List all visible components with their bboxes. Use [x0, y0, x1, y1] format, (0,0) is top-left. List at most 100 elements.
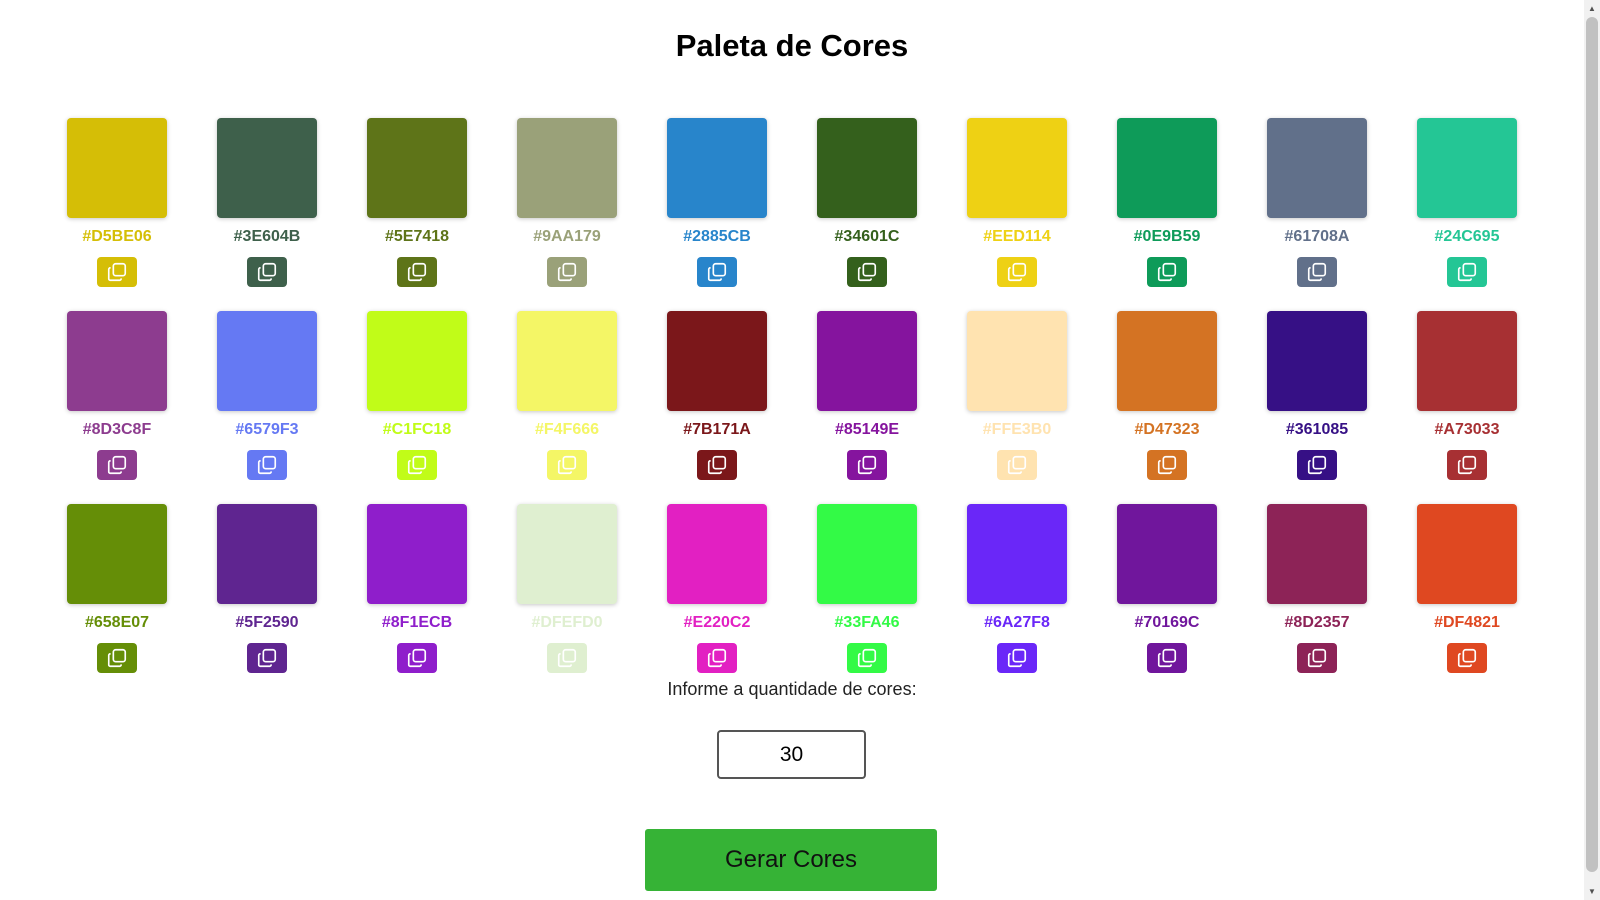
color-card: #5E7418 [367, 118, 467, 287]
color-swatch [1417, 118, 1517, 218]
color-card: #D5BE06 [67, 118, 167, 287]
color-swatch [217, 504, 317, 604]
copy-color-button[interactable] [547, 450, 587, 480]
color-swatch [1267, 504, 1367, 604]
copy-color-button[interactable] [697, 643, 737, 673]
copy-color-button[interactable] [1447, 450, 1487, 480]
generate-colors-button[interactable]: Gerar Cores [645, 829, 937, 891]
scroll-up-arrow-icon[interactable]: ▲ [1584, 0, 1600, 17]
color-card: #8D3C8F [67, 311, 167, 480]
copy-color-button[interactable] [1147, 257, 1187, 287]
color-card: #361085 [1267, 311, 1367, 480]
color-swatch [367, 311, 467, 411]
copy-icon [106, 454, 128, 476]
color-card: #34601C [817, 118, 917, 287]
copy-color-button[interactable] [1447, 643, 1487, 673]
color-card: #5F2590 [217, 504, 317, 673]
copy-color-button[interactable] [1147, 643, 1187, 673]
copy-color-button[interactable] [697, 257, 737, 287]
copy-color-button[interactable] [1297, 450, 1337, 480]
copy-icon [1156, 261, 1178, 283]
color-swatch [667, 118, 767, 218]
color-hex-label: #34601C [834, 228, 900, 245]
color-card: #24C695 [1417, 118, 1517, 287]
color-swatch [367, 504, 467, 604]
copy-icon [706, 454, 728, 476]
color-card: #D47323 [1117, 311, 1217, 480]
color-card: #0E9B59 [1117, 118, 1217, 287]
copy-color-button[interactable] [997, 643, 1037, 673]
color-card: #8D2357 [1267, 504, 1367, 673]
copy-color-button[interactable] [1447, 257, 1487, 287]
copy-color-button[interactable] [247, 450, 287, 480]
color-hex-label: #3E604B [233, 228, 301, 245]
quantity-label: Informe a quantidade de cores: [667, 679, 917, 699]
color-swatch [967, 504, 1067, 604]
color-hex-label: #7B171A [683, 421, 751, 438]
color-card: #2885CB [667, 118, 767, 287]
copy-color-button[interactable] [247, 643, 287, 673]
copy-icon [1006, 261, 1028, 283]
color-hex-label: #8D3C8F [82, 421, 152, 438]
copy-icon [406, 647, 428, 669]
quantity-input[interactable] [717, 730, 866, 779]
color-hex-label: #EED114 [983, 228, 1051, 245]
copy-color-button[interactable] [397, 643, 437, 673]
copy-color-button[interactable] [97, 257, 137, 287]
copy-color-button[interactable] [97, 643, 137, 673]
color-hex-label: #D5BE06 [82, 228, 152, 245]
page-title: Paleta de Cores [675, 28, 909, 63]
copy-icon [1306, 261, 1328, 283]
copy-color-button[interactable] [997, 450, 1037, 480]
color-card: #EED114 [967, 118, 1067, 287]
color-hex-label: #6579F3 [235, 421, 299, 438]
vertical-scrollbar[interactable]: ▲ ▼ [1584, 0, 1600, 900]
color-swatch [1267, 118, 1367, 218]
copy-icon [556, 454, 578, 476]
copy-color-button[interactable] [697, 450, 737, 480]
color-hex-label: #DFEFD0 [531, 614, 603, 631]
color-swatch [217, 118, 317, 218]
copy-color-button[interactable] [847, 643, 887, 673]
copy-color-button[interactable] [247, 257, 287, 287]
copy-icon [706, 261, 728, 283]
copy-color-button[interactable] [1297, 257, 1337, 287]
color-hex-label: #6A27F8 [984, 614, 1050, 631]
copy-color-button[interactable] [1147, 450, 1187, 480]
color-hex-label: #85149E [834, 421, 900, 438]
copy-icon [406, 454, 428, 476]
copy-icon [1456, 261, 1478, 283]
color-hex-label: #E220C2 [683, 614, 751, 631]
copy-color-button[interactable] [397, 450, 437, 480]
copy-color-button[interactable] [847, 257, 887, 287]
copy-icon [106, 261, 128, 283]
copy-color-button[interactable] [547, 257, 587, 287]
color-card: #C1FC18 [367, 311, 467, 480]
color-hex-label: #2885CB [683, 228, 751, 245]
color-card: #E220C2 [667, 504, 767, 673]
color-swatch [1117, 504, 1217, 604]
color-hex-label: #0E9B59 [1133, 228, 1201, 245]
copy-color-button[interactable] [397, 257, 437, 287]
color-swatch [1417, 504, 1517, 604]
color-card: #DF4821 [1417, 504, 1517, 673]
scroll-thumb[interactable] [1586, 17, 1598, 872]
color-swatch [367, 118, 467, 218]
color-card: #658E07 [67, 504, 167, 673]
copy-icon [106, 647, 128, 669]
color-hex-label: #DF4821 [1434, 614, 1500, 631]
copy-color-button[interactable] [97, 450, 137, 480]
copy-icon [556, 647, 578, 669]
copy-icon [1006, 454, 1028, 476]
scroll-down-arrow-icon[interactable]: ▼ [1584, 883, 1600, 900]
color-card: #6579F3 [217, 311, 317, 480]
color-hex-label: #5F2590 [235, 614, 299, 631]
copy-color-button[interactable] [547, 643, 587, 673]
copy-color-button[interactable] [847, 450, 887, 480]
color-card: #9AA179 [517, 118, 617, 287]
page: Paleta de Cores #D5BE06 #3E604B #5E7418 #9A… [0, 0, 1600, 900]
color-hex-label: #F4F666 [534, 421, 600, 438]
copy-color-button[interactable] [1297, 643, 1337, 673]
color-hex-label: #658E07 [84, 614, 150, 631]
copy-color-button[interactable] [997, 257, 1037, 287]
